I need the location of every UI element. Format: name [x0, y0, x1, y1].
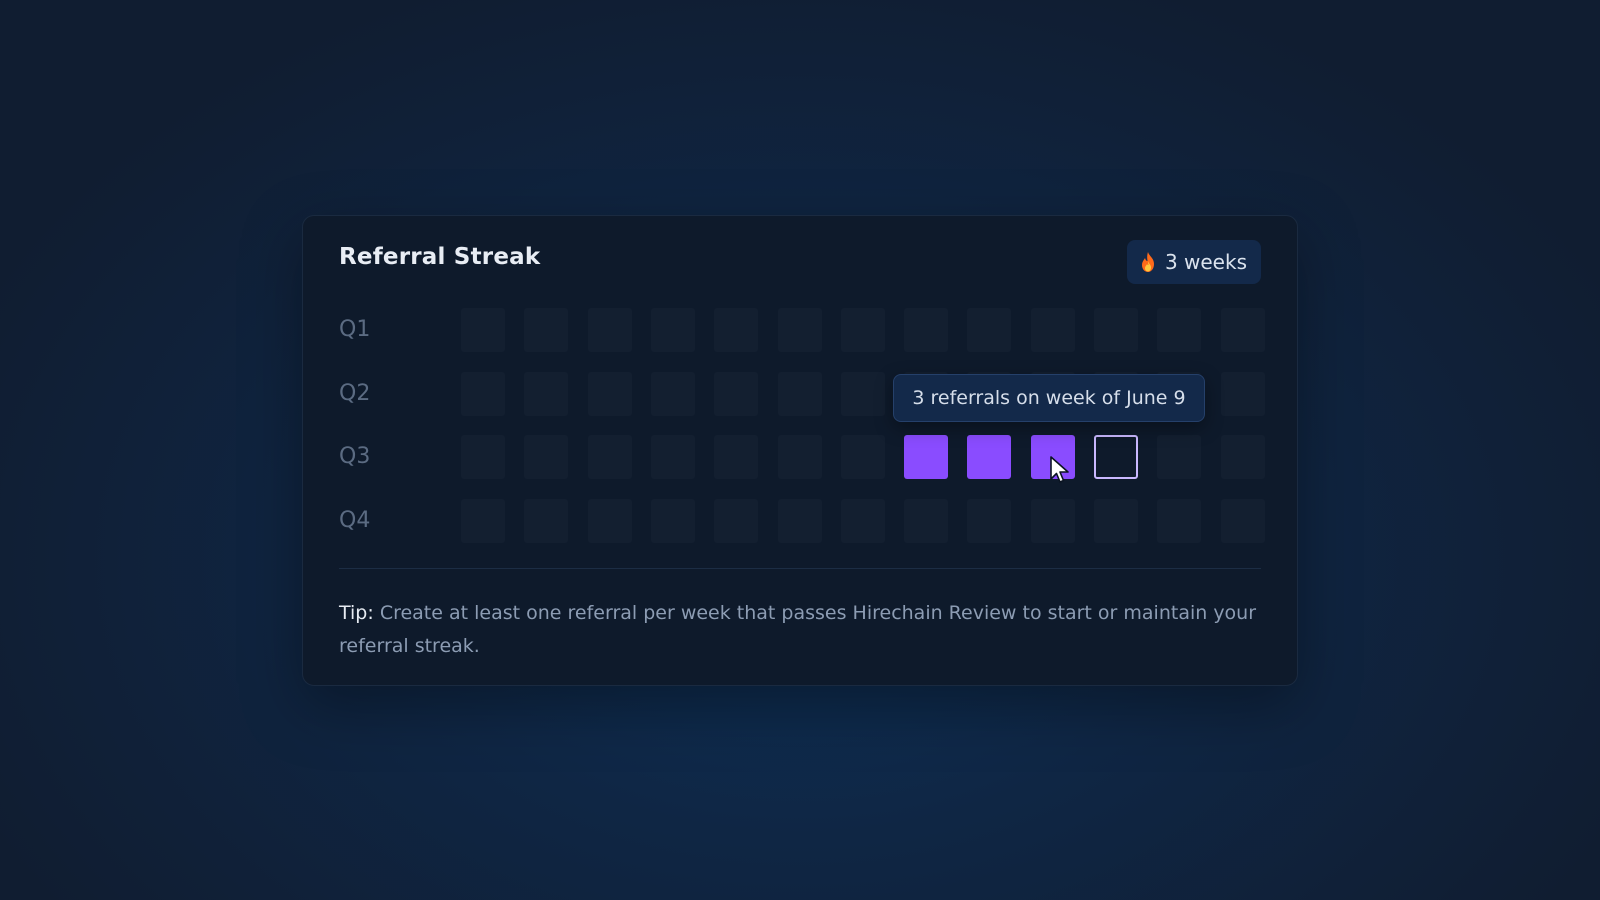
week-cell-empty[interactable] [1220, 498, 1265, 543]
week-cell-empty[interactable] [714, 371, 759, 416]
tip-text: Tip: Create at least one referral per we… [339, 597, 1259, 663]
flame-icon [1141, 252, 1154, 272]
week-cell-empty[interactable] [587, 371, 632, 416]
streak-badge: 3 weeks [1126, 240, 1261, 284]
week-cell-empty[interactable] [840, 371, 885, 416]
week-cell-empty[interactable] [777, 435, 822, 479]
week-cell-empty[interactable] [714, 435, 759, 479]
week-cell-empty[interactable] [840, 435, 885, 479]
week-cell-empty[interactable] [1157, 308, 1202, 352]
week-cell-empty[interactable] [650, 498, 695, 543]
quarter-label: Q1 [339, 317, 371, 342]
week-cell-empty[interactable] [461, 308, 505, 352]
referral-streak-card: Referral Streak 3 weeks Q1 Q2 Q3 Q4 Tip: Cr… [302, 215, 1298, 686]
week-cell-empty[interactable] [840, 498, 885, 543]
week-cell-active[interactable] [904, 435, 949, 479]
mouse-cursor-icon [1050, 456, 1069, 483]
tip-body: Create at least one referral per week th… [339, 602, 1257, 657]
quarter-label: Q2 [339, 380, 371, 406]
card-title: Referral Streak [339, 244, 541, 270]
quarter-label: Q3 [339, 444, 371, 469]
week-tooltip: 3 referrals on week of June 9 [893, 374, 1205, 422]
week-cell-empty[interactable] [1157, 498, 1202, 543]
week-cell-empty[interactable] [650, 308, 695, 352]
divider [339, 568, 1261, 569]
week-cell-empty[interactable] [587, 435, 632, 479]
week-cell-empty[interactable] [904, 498, 949, 543]
week-cell-empty[interactable] [1220, 371, 1265, 416]
week-cell-empty[interactable] [524, 371, 569, 416]
week-cell-empty[interactable] [461, 435, 505, 479]
week-cell-empty[interactable] [1094, 498, 1138, 543]
week-cell-empty[interactable] [461, 498, 505, 543]
week-cell-empty[interactable] [587, 308, 632, 352]
week-cell-empty[interactable] [777, 498, 822, 543]
week-cell-empty[interactable] [967, 308, 1012, 352]
week-cell-empty[interactable] [714, 498, 759, 543]
week-cell-active[interactable] [967, 435, 1012, 479]
week-cell-empty[interactable] [650, 435, 695, 479]
week-cell-empty[interactable] [650, 371, 695, 416]
week-cell-empty[interactable] [1220, 435, 1265, 479]
week-cell-next[interactable] [1094, 435, 1138, 479]
week-cell-empty[interactable] [461, 371, 505, 416]
week-cell-empty[interactable] [1094, 308, 1138, 352]
week-cell-empty[interactable] [967, 498, 1012, 543]
week-cell-empty[interactable] [777, 371, 822, 416]
quarter-label: Q4 [339, 507, 371, 533]
week-cell-empty[interactable] [714, 308, 759, 352]
week-cell-empty[interactable] [904, 308, 949, 352]
week-cell-empty[interactable] [840, 308, 885, 352]
week-cell-empty[interactable] [587, 498, 632, 543]
week-cell-empty[interactable] [777, 308, 822, 352]
week-cell-empty[interactable] [1220, 308, 1265, 352]
week-cell-empty[interactable] [1030, 308, 1075, 352]
week-cell-empty[interactable] [524, 435, 569, 479]
streak-count: 3 weeks [1164, 250, 1247, 274]
week-cell-empty[interactable] [1030, 498, 1075, 543]
week-cell-empty[interactable] [524, 498, 569, 543]
tip-label: Tip: [339, 602, 374, 624]
week-cell-empty[interactable] [1157, 435, 1202, 479]
week-cell-empty[interactable] [524, 308, 569, 352]
